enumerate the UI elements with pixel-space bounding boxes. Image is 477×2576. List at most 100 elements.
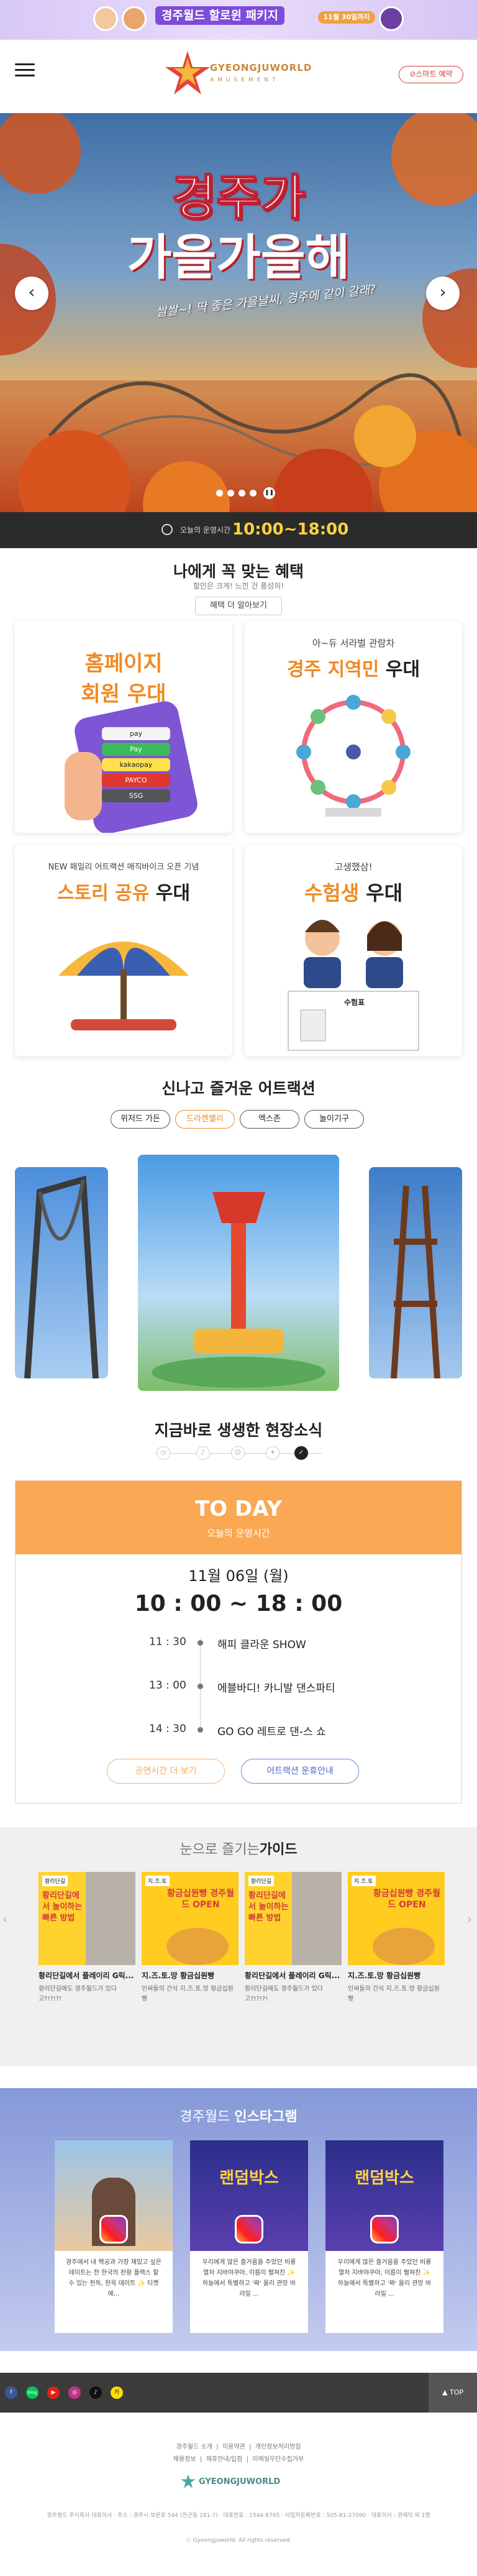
prev-slide-button[interactable]: ‹ — [15, 277, 48, 310]
schedule-name: 에블바디! 카니발 댄스파티 — [217, 1682, 335, 1695]
instagram-title: 경주월드 인스타그램 — [0, 2106, 477, 2125]
students-illustration — [288, 920, 419, 1051]
footer-links-1: 경주월드 소개 | 이용약관 | 개인정보처리방침 — [176, 2444, 301, 2450]
footer-link[interactable]: 제휴안내/입점 — [206, 2456, 243, 2463]
guide-card-image: 황리단길 황리단길에서 놀이하는 빠른 방법 — [39, 1872, 135, 1965]
scroll-to-top-button[interactable]: ▲ TOP — [429, 2373, 477, 2413]
news-icon[interactable]: ✦ — [266, 1446, 279, 1460]
guide-card-desc: 인싸들의 간식 지.즈.토.망 황금십원빵 — [142, 1986, 234, 2002]
operating-hours-bar: 오늘의 운영시간 10:00~18:00 — [0, 512, 477, 548]
today-subtitle: 오늘의 운영시간 — [207, 1528, 270, 1539]
menu-icon[interactable] — [15, 63, 35, 77]
schedule-time: 11 : 30 — [149, 1636, 186, 1648]
pause-icon[interactable]: ❚❚ — [263, 487, 275, 499]
footer-logo-text: GYEONGJUWORLD — [199, 2477, 281, 2487]
instagram-post-image: 랜덤박스 — [325, 2140, 443, 2251]
attraction-image[interactable] — [369, 1167, 462, 1378]
tab-rides[interactable]: 놀이기구 — [304, 1110, 364, 1129]
guide-title-bold: 가이드 — [259, 1842, 298, 1858]
instagram-icon — [99, 2215, 128, 2244]
next-slide-button[interactable]: › — [426, 277, 460, 310]
footer-link[interactable]: 개인정보처리방침 — [255, 2444, 301, 2450]
more-benefits-button[interactable]: 혜택 더 알아보기 — [195, 597, 282, 615]
slide-dot[interactable] — [227, 490, 234, 497]
footer-company-info: 경주월드 주식회사 대표이사 · 주소 : 경주시 보문로 544 (천군동 1… — [47, 2513, 430, 2519]
benefits-subtitle: 할인은 크게! 느낀 건 풍성히! — [193, 582, 284, 590]
instagram-post-image — [55, 2140, 173, 2251]
attraction-closure-button[interactable]: 어트랙션 운휴안내 — [241, 1759, 359, 1784]
instagram-post[interactable]: 랜덤박스 우리에게 많은 즐거움을 주었던 비룡열차 지바야쿠아, 이름이 펼쳐… — [190, 2140, 308, 2333]
instagram-icon[interactable]: ◎ — [68, 2386, 81, 2399]
attraction-image[interactable] — [15, 1167, 108, 1378]
hours-value: 10:00~18:00 — [232, 520, 349, 539]
facebook-icon[interactable]: f — [5, 2386, 17, 2399]
benefit-card-student[interactable]: 고생했삼! 수험생 우대 수험표 — [245, 845, 462, 1057]
tab-wizard-garden[interactable]: 위저드 가든 — [111, 1110, 170, 1129]
instagram-post-text: 우리에게 많은 즐거움을 주었던 비룡열차 지바야쿠아, 이름이 펼쳐진 ✨ 하… — [337, 2259, 432, 2298]
slide-dot[interactable] — [238, 490, 245, 497]
hours-label: 오늘의 운영시간 — [180, 526, 231, 534]
today-hours: 10 : 00 ~ 18 : 00 — [134, 1591, 343, 1616]
guide-card[interactable]: 지.즈.토 황금십원빵 경주월드 OPEN 지.즈.토.망 황금십원빵 인싸들의… — [142, 1872, 238, 2027]
slide-dot[interactable] — [250, 490, 257, 497]
guide-title-light: 눈으로 즐기는 — [179, 1842, 260, 1858]
schedule-name: 해피 클라운 SHOW — [217, 1639, 306, 1651]
instagram-title-bold: 인스타그램 — [234, 2109, 298, 2125]
youtube-icon[interactable]: ▶ — [47, 2386, 60, 2399]
benefit-card-story[interactable]: NEW 패밀리 어트랙션 매직바이크 오픈 기념 스토리 공유 우대 — [15, 845, 232, 1057]
tiktok-icon[interactable]: ♪ — [89, 2386, 102, 2399]
guide-card-title: 지.즈.토.망 황금십원빵 — [348, 1971, 421, 1980]
footer-link[interactable]: 이메일무단수집거부 — [252, 2456, 304, 2463]
chevron-right-icon[interactable]: › — [467, 1912, 472, 1927]
chevron-left-icon[interactable]: ‹ — [2, 1912, 7, 1927]
promo-banner[interactable]: 경주월드 할로윈 패키지 11월 30일까지 — [0, 0, 477, 40]
today-date: 11월 06일 (월) — [188, 1567, 289, 1585]
tab-draken-valley[interactable]: 드라켄밸리 — [175, 1110, 235, 1129]
attractions-title: 신나고 즐거운 어트랙션 — [161, 1079, 316, 1098]
footer-link[interactable]: 이용약관 — [222, 2444, 245, 2450]
news-icon[interactable]: ◷ — [157, 1446, 170, 1460]
promo-date: 11월 30일까지 — [318, 11, 375, 24]
instagram-icon — [235, 2215, 263, 2244]
guide-card-image: 황리단길 황리단길에서 놀이하는 빠른 방법 — [245, 1872, 342, 1965]
guide-card-desc: 황리단길에도 경주월드가 있다고?!?!?! — [245, 1986, 323, 2002]
guide-title: 눈으로 즐기는가이드 — [0, 1838, 477, 1858]
guide-card-desc: 황리단길에도 경주월드가 있다고?!?!?! — [39, 1986, 117, 2002]
guide-card-title: 황리단길에서 플레이리 G릭... — [245, 1971, 340, 1980]
benefit-card-local[interactable]: 아~듀 서라벌 관람차 경주 지역민 우대 — [245, 621, 462, 833]
guide-card-desc: 인싸들의 간식 지.즈.토.망 황금십원빵 — [348, 1986, 440, 2002]
clock-icon — [161, 524, 173, 535]
schedule-time: 13 : 00 — [149, 1679, 186, 1692]
attraction-image-featured[interactable] — [138, 1155, 339, 1391]
slide-dot[interactable] — [216, 490, 223, 497]
instagram-post[interactable]: 랜덤박스 우리에게 많은 즐거움을 주었던 비룡열차 지바야쿠아, 이름이 펼쳐… — [325, 2140, 443, 2333]
logo-subtext: AMUSEMENT — [210, 77, 279, 83]
guide-card[interactable]: 황리단길 황리단길에서 놀이하는 빠른 방법 황리단길에서 플레이리 G릭...… — [39, 1872, 135, 2027]
news-icon[interactable]: ☺ — [231, 1446, 245, 1460]
tab-x-zone[interactable]: 엑스존 — [240, 1110, 299, 1129]
show-times-button[interactable]: 공연시간 더 보기 — [107, 1759, 225, 1784]
today-title: TO DAY — [195, 1497, 282, 1521]
promo-title: 경주월드 할로윈 패키지 — [155, 6, 285, 25]
footer-link[interactable]: 채용정보 — [173, 2456, 196, 2463]
guide-card[interactable]: 지.즈.토 황금십원빵 경주월드 OPEN 지.즈.토.망 황금십원빵 인싸들의… — [348, 1872, 445, 2027]
character-image — [379, 6, 404, 31]
check-icon[interactable]: ✓ — [294, 1446, 308, 1460]
footer-logo-icon — [181, 2473, 196, 2488]
instagram-title-light: 경주월드 — [179, 2109, 230, 2125]
schedule-time: 14 : 30 — [149, 1723, 186, 1735]
schedule-dot — [198, 1640, 203, 1646]
news-icon[interactable]: ♪ — [196, 1446, 210, 1460]
schedule-dot — [198, 1684, 203, 1689]
logo-star-icon[interactable] — [163, 50, 212, 98]
ferris-wheel-illustration — [296, 695, 411, 817]
smart-reservation-button[interactable]: ⊘스마트 예약 — [399, 66, 463, 83]
news-title: 지금바로 생생한 현장소식 — [154, 1421, 323, 1439]
guide-card-image: 지.즈.토 황금십원빵 경주월드 OPEN — [348, 1872, 445, 1965]
blog-icon[interactable]: blog — [26, 2386, 39, 2399]
benefit-card-member[interactable]: 홈페이지 회원 우대 pay Pay kakaopay PAYCO SSG — [15, 621, 232, 833]
guide-card[interactable]: 황리단길 황리단길에서 놀이하는 빠른 방법 황리단길에서 플레이리 G릭...… — [245, 1872, 342, 2027]
footer-link[interactable]: 경주월드 소개 — [176, 2444, 212, 2450]
instagram-post[interactable]: 경주에서 내 핵공과 가장 재밌고 싶은 데이트는 전 한국의 천황 플랙스 할… — [55, 2140, 173, 2333]
kakao-icon[interactable]: 카 — [111, 2386, 123, 2399]
